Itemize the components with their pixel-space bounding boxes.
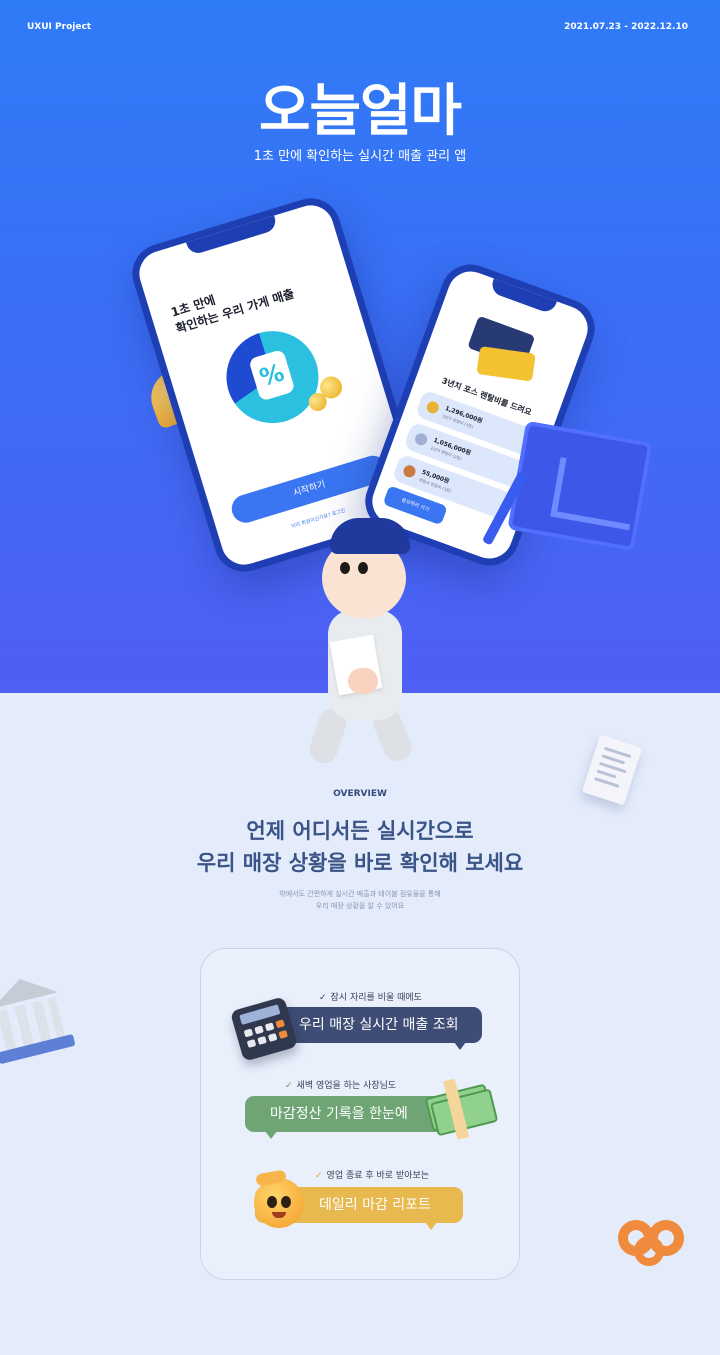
overview-description: 밖에서도 간편하게 실시간 매출과 테이블 점유율을 통해 우리 매장 상황을 … — [0, 889, 720, 913]
feature-bubble-text: 우리 매장 실시간 매출 조회 — [299, 1017, 459, 1033]
overview-label: OVERVIEW — [333, 789, 387, 799]
app-brand-title: 오늘얼마 — [258, 79, 462, 144]
project-label: UXUI Project — [27, 22, 92, 32]
medal-icon — [413, 431, 429, 448]
overview-title-line1: 언제 어디서든 실시간으로 — [246, 819, 474, 843]
phone-notch — [185, 213, 279, 257]
feature-caption: ✓ 영업 종료 후 바로 받아보는 — [315, 1168, 429, 1181]
feature-caption-text: 새벽 영업을 하는 사장님도 — [296, 1081, 397, 1091]
feature-caption-text: 잠시 자리를 비울 때에도 — [330, 993, 422, 1003]
medal-icon — [401, 463, 418, 479]
hero-tagline: 1초 만에 확인하는 실시간 매출 관리 앱 — [253, 149, 467, 164]
overview-title: 언제 어디서든 실시간으로 우리 매장 상황을 바로 확인해 보세요 — [0, 816, 720, 879]
project-period: 2021.07.23 - 2022.12.10 — [564, 22, 688, 32]
phone-notch — [489, 276, 558, 315]
feature-caption: ✓ 잠시 자리를 비울 때에도 — [319, 990, 422, 1003]
smile-emoji-icon — [254, 1169, 304, 1228]
overview-title-line2: 우리 매장 상황을 바로 확인해 보세요 — [196, 850, 524, 875]
pie-chart-icon: % — [215, 319, 330, 435]
check-icon: ✓ — [285, 1081, 293, 1091]
check-icon: ✓ — [315, 1171, 323, 1181]
feature-caption: ✓ 새벽 영업을 하는 사장님도 — [285, 1078, 396, 1091]
calendar-chart-icon — [506, 420, 665, 563]
feature-caption-text: 영업 종료 후 바로 받아보는 — [326, 1171, 430, 1181]
phone-start-title: 1초 만에 확인하는 우리 가게 매출 — [169, 269, 297, 338]
check-icon: ✓ — [319, 993, 327, 1003]
overview-desc-line2: 우리 매장 상황을 알 수 있어요 — [315, 901, 405, 910]
mascot-character — [300, 510, 430, 775]
percent-badge: % — [248, 348, 296, 402]
feature-bubble-text: 데일리 마감 리포트 — [319, 1197, 431, 1213]
medal-icon — [425, 399, 441, 416]
overview-desc-line1: 밖에서도 간편하게 실시간 매출과 테이블 점유율을 통해 — [279, 890, 441, 898]
bank-icon — [0, 970, 77, 1070]
feature-bubble-text: 마감정산 기록을 한눈에 — [270, 1106, 408, 1122]
pretzel-icon — [616, 1216, 688, 1276]
